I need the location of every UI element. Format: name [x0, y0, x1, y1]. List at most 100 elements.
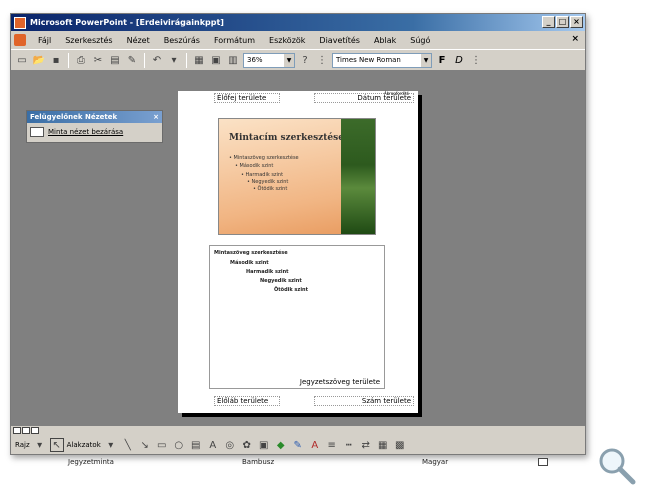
- chevron-down-icon[interactable]: ▼: [421, 53, 431, 67]
- menu-slideshow[interactable]: Diavetítés: [313, 36, 366, 45]
- diagram-icon[interactable]: ◎: [223, 438, 237, 452]
- slide-title: Mintacím szerkesztése: [229, 133, 344, 143]
- notes-line: Mintaszöveg szerkesztése: [214, 250, 288, 256]
- line-icon[interactable]: ╲: [121, 438, 135, 452]
- close-master-view-label: Minta nézet bezárása: [48, 128, 124, 136]
- line-style-icon[interactable]: ≡: [325, 438, 339, 452]
- menu-help[interactable]: Súgó: [404, 36, 436, 45]
- slide-sorter-icon[interactable]: [22, 427, 30, 434]
- notes-line: Ötödik szint: [274, 287, 308, 293]
- close-icon[interactable]: ×: [153, 111, 159, 123]
- menu-bar: Fájl Szerkesztés Nézet Beszúrás Formátum…: [11, 31, 585, 49]
- chart-icon[interactable]: ▦: [192, 53, 206, 67]
- notes-line: Harmadik szint: [246, 269, 289, 275]
- notes-line: Második szint: [230, 260, 269, 266]
- zoom-select[interactable]: 36% ▼: [243, 52, 295, 68]
- toolbar-title-text: Felügyelőnek Nézetek: [30, 113, 118, 121]
- slide-number-placeholder[interactable]: Szám területe: [314, 396, 414, 406]
- help-icon[interactable]: ?: [298, 53, 312, 67]
- maximize-button[interactable]: □: [556, 16, 569, 28]
- slideshow-icon[interactable]: [31, 427, 39, 434]
- powerpoint-window: Microsoft PowerPoint - [Erdeivirágainkpp…: [10, 13, 586, 455]
- bamboo-decoration: [341, 119, 375, 234]
- grid-icon[interactable]: ▥: [226, 53, 240, 67]
- font-value: Times New Roman: [336, 56, 401, 64]
- menu-insert[interactable]: Beszúrás: [158, 36, 206, 45]
- toolbar-separator: [144, 52, 145, 68]
- oval-icon[interactable]: ○: [172, 438, 186, 452]
- notes-placeholder[interactable]: Mintaszöveg szerkesztése Második szint H…: [209, 245, 385, 389]
- menu-edit[interactable]: Szerkesztés: [59, 36, 118, 45]
- menu-format[interactable]: Formátum: [208, 36, 261, 45]
- format-painter-icon[interactable]: ✎: [125, 53, 139, 67]
- 3d-icon[interactable]: ▩: [393, 438, 407, 452]
- close-button[interactable]: ×: [570, 16, 583, 28]
- toolbar-options-icon[interactable]: ⋮: [469, 53, 483, 67]
- view-buttons-bar: [11, 425, 585, 435]
- bold-button[interactable]: F: [435, 53, 449, 67]
- fill-color-icon[interactable]: ◆: [274, 438, 288, 452]
- font-color-icon[interactable]: A: [308, 438, 322, 452]
- window-title: Microsoft PowerPoint - [Erdeivirágainkpp…: [30, 18, 224, 27]
- toolbar-options-icon[interactable]: ⋮: [315, 53, 329, 67]
- close-view-icon: [30, 127, 44, 137]
- minimize-button[interactable]: _: [542, 16, 555, 28]
- autoshapes-menu[interactable]: Alakzatok: [67, 441, 101, 449]
- shadow-icon[interactable]: ▦: [376, 438, 390, 452]
- new-icon[interactable]: ▭: [15, 53, 29, 67]
- document-icon[interactable]: [14, 34, 26, 46]
- slide-line: • Harmadik szint: [241, 172, 284, 178]
- chevron-down-icon[interactable]: ▾: [104, 438, 118, 452]
- paste-icon[interactable]: ▤: [108, 53, 122, 67]
- select-arrow-icon[interactable]: ↖: [49, 438, 64, 452]
- standard-toolbar: ▭ 📂 ▪ ⎙ ✂ ▤ ✎ ↶ ▾ ▦ ▣ ▥ 36% ▼ ? ⋮ Times …: [11, 49, 585, 71]
- rectangle-icon[interactable]: ▭: [155, 438, 169, 452]
- notes-area-label: Jegyzetszöveg területe: [299, 378, 380, 386]
- document-close-button[interactable]: ×: [571, 34, 579, 44]
- menu-window[interactable]: Ablak: [368, 36, 402, 45]
- arrow-icon[interactable]: ↘: [138, 438, 152, 452]
- spelling-status-icon: [538, 458, 548, 466]
- toolbar-separator: [186, 52, 187, 68]
- save-icon[interactable]: ▪: [49, 53, 63, 67]
- status-language: Magyar: [422, 458, 449, 466]
- close-master-view-button[interactable]: Minta nézet bezárása: [27, 123, 162, 141]
- menu-file[interactable]: Fájl: [32, 36, 57, 45]
- status-view: Jegyzetminta: [68, 458, 114, 466]
- slide-image-placeholder[interactable]: Mintacím szerkesztése • Mintaszöveg szer…: [218, 118, 376, 235]
- redo-icon[interactable]: ▾: [167, 53, 181, 67]
- open-icon[interactable]: 📂: [32, 53, 46, 67]
- status-bar: Jegyzetminta Bambusz Magyar: [10, 455, 586, 469]
- textbox-icon[interactable]: ▤: [189, 438, 203, 452]
- magnifier-icon[interactable]: [594, 444, 638, 488]
- slide-line: • Negyedik szint: [247, 179, 289, 185]
- wordart-icon[interactable]: A: [206, 438, 220, 452]
- drawing-toolbar: Rajz ▾ ↖ Alakzatok ▾ ╲ ↘ ▭ ○ ▤ A ◎ ✿ ▣ ◆…: [11, 435, 585, 455]
- arrow-style-icon[interactable]: ⇄: [359, 438, 373, 452]
- print-icon[interactable]: ⎙: [74, 53, 88, 67]
- italic-button[interactable]: D: [452, 53, 466, 67]
- draw-menu[interactable]: Rajz: [15, 441, 30, 449]
- header-placeholder[interactable]: Élőfej területe: [214, 93, 280, 103]
- notes-master-view-toolbar: Felügyelőnek Nézetek × Minta nézet bezár…: [26, 110, 163, 143]
- header-small-text: Ábrapfordító: [384, 91, 410, 96]
- slide-line: • Mintaszöveg szerkesztése: [229, 155, 299, 161]
- footer-placeholder[interactable]: Élőláb területe: [214, 396, 280, 406]
- undo-icon[interactable]: ↶: [150, 53, 164, 67]
- line-color-icon[interactable]: ✎: [291, 438, 305, 452]
- title-bar: Microsoft PowerPoint - [Erdeivirágainkpp…: [11, 14, 585, 31]
- dash-style-icon[interactable]: ┅: [342, 438, 356, 452]
- menu-tools[interactable]: Eszközök: [263, 36, 311, 45]
- chevron-down-icon[interactable]: ▾: [33, 438, 47, 452]
- font-select[interactable]: Times New Roman ▼: [332, 52, 432, 68]
- picture-icon[interactable]: ▣: [257, 438, 271, 452]
- menu-view[interactable]: Nézet: [121, 36, 156, 45]
- chevron-down-icon[interactable]: ▼: [284, 53, 294, 67]
- notes-line: Negyedik szint: [260, 278, 302, 284]
- cut-icon[interactable]: ✂: [91, 53, 105, 67]
- clipart-icon[interactable]: ✿: [240, 438, 254, 452]
- toolbar-separator: [68, 52, 69, 68]
- normal-view-icon[interactable]: [13, 427, 21, 434]
- zoom-value: 36%: [247, 56, 263, 64]
- table-icon[interactable]: ▣: [209, 53, 223, 67]
